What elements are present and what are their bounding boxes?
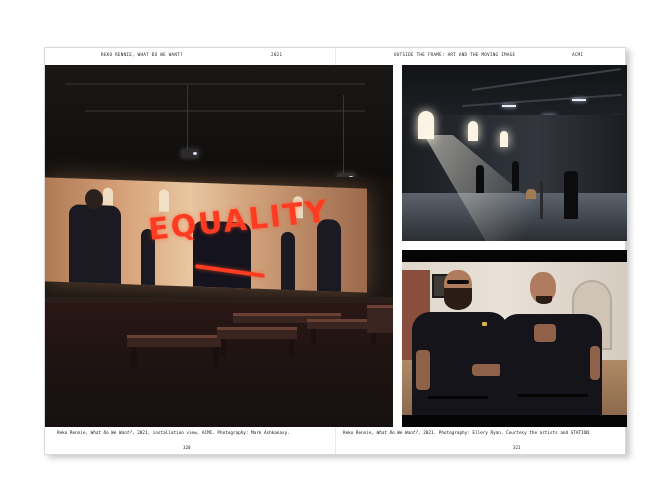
bench-leg	[221, 339, 226, 357]
screen-window	[159, 189, 169, 212]
projector-rod	[343, 95, 344, 175]
bench-leg	[213, 347, 219, 369]
right-running-head: OUTSIDE THE FRAME: ART AND THE MOVING IM…	[394, 52, 516, 57]
right-caption: Reko Rennie, What Do We Want?, 2021. Pho…	[343, 431, 591, 436]
arched-window	[468, 121, 478, 141]
left-running-head: REKO RENNIE, WHAT DO WE WANT?	[101, 52, 183, 57]
portrait-photo	[402, 250, 627, 427]
bench-leg	[131, 347, 137, 369]
bench-leg	[311, 329, 316, 343]
book-spread: REKO RENNIE, WHAT DO WE WANT? 2021 OUTSI…	[44, 47, 627, 455]
arched-window	[500, 131, 508, 147]
left-caption: Reko Rennie, What Do We Want?, 2021, ins…	[57, 431, 290, 436]
bench	[127, 335, 223, 347]
right-page-number: 321	[513, 445, 521, 450]
right-figure-beard	[536, 296, 552, 304]
bench-leg	[289, 339, 294, 357]
bench	[217, 327, 297, 339]
projector-rod	[187, 85, 188, 151]
right-brand: ACMI	[572, 52, 584, 57]
left-year: 2021	[271, 52, 283, 57]
right-caption-suffix: , 2021. Photography: Ellery Ryan. Courte…	[418, 431, 592, 436]
film-set-photo	[402, 65, 627, 241]
right-caption-prefix: Reko Rennie,	[343, 431, 377, 436]
projector-icon	[181, 149, 199, 158]
sunglasses-icon	[447, 280, 469, 284]
letterbox-top	[402, 250, 627, 262]
black-belt	[518, 394, 588, 397]
clasped-hands	[534, 324, 556, 342]
bench	[367, 305, 393, 333]
ceiling-beam	[65, 83, 365, 85]
left-caption-suffix: , 2021, installation view, ACMI. Photogr…	[132, 431, 290, 436]
equipment-box	[526, 189, 536, 199]
crew-figure	[476, 165, 484, 193]
left-caption-title: What Do We Want?	[90, 431, 133, 436]
tattooed-arm	[416, 350, 430, 390]
left-caption-prefix: Reko Rennie,	[57, 431, 91, 436]
light-stand	[540, 181, 543, 219]
performer-figure	[564, 171, 578, 219]
ceiling-beam	[85, 110, 365, 112]
left-page-number: 320	[183, 445, 191, 450]
left-figure-beard	[444, 288, 472, 310]
ceiling-lamp	[502, 105, 516, 107]
screen-figure-head	[85, 188, 103, 210]
installation-view-photo: EQUALITY	[45, 65, 393, 427]
screen-figure	[69, 204, 121, 285]
gold-badge-icon	[482, 322, 487, 326]
crew-figure	[512, 161, 519, 191]
ceiling-lamp	[572, 99, 586, 101]
tattooed-arm	[590, 346, 600, 380]
right-caption-title: What Do We Want?	[376, 431, 419, 436]
arched-window	[418, 111, 434, 139]
letterbox-bottom	[402, 415, 627, 427]
tattooed-arm	[472, 364, 502, 376]
black-belt	[428, 396, 488, 399]
